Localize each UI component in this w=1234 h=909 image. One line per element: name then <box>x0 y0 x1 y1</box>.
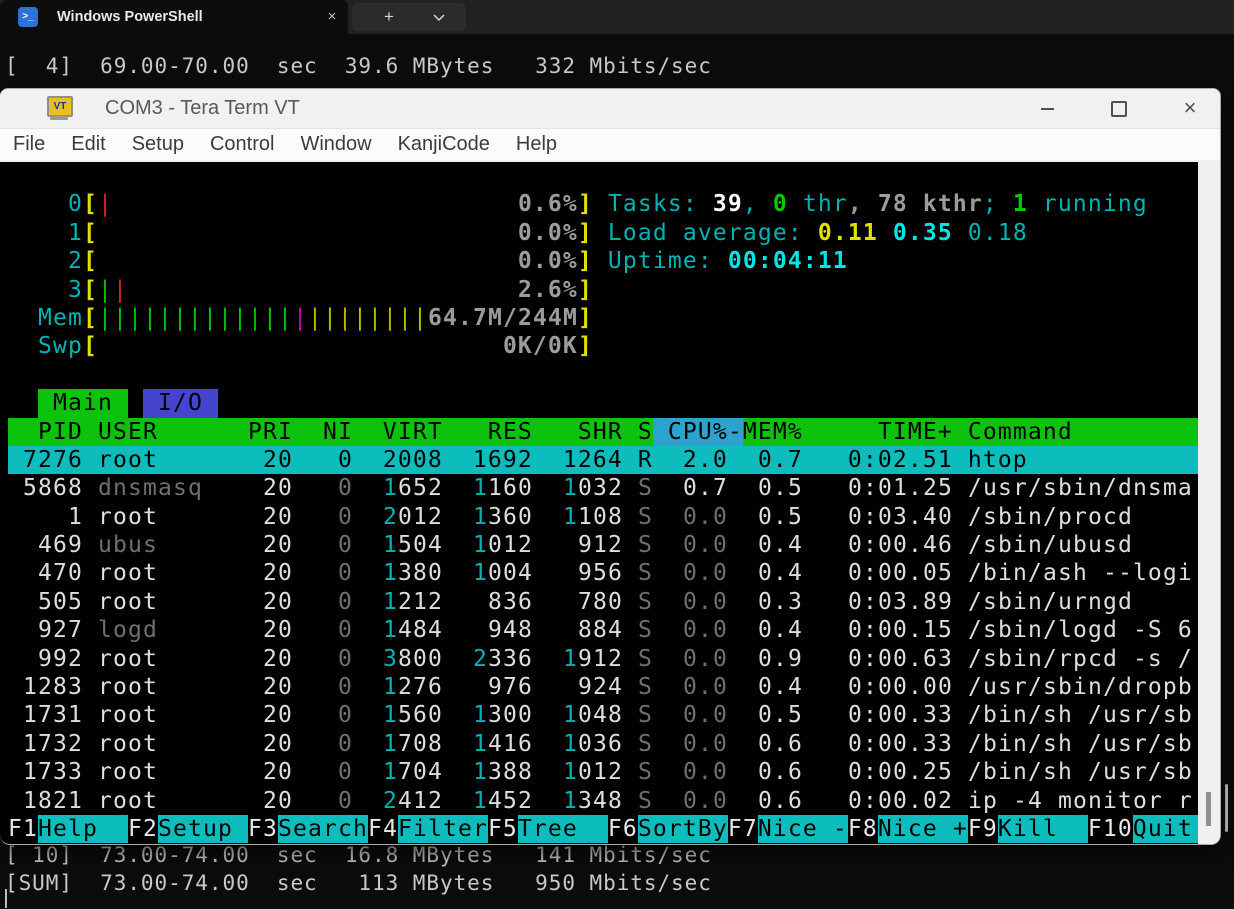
terminal-blank-line <box>8 162 1198 190</box>
fkey-F2[interactable]: F2Setup <box>128 816 248 842</box>
fkey-F10[interactable]: F10Quit <box>1088 816 1193 842</box>
terminal-tab-bar: >_ Windows PowerShell × + <box>0 0 1234 34</box>
screen-tab-main[interactable]: Main <box>38 389 128 417</box>
memory-meter: Mem[||||||||||||||||||||||64.7M/244M] <box>8 304 1198 332</box>
tab-title: Windows PowerShell <box>57 0 203 34</box>
fkey-F6[interactable]: F6SortBy <box>608 816 728 842</box>
menu-item-file[interactable]: File <box>0 129 58 160</box>
maximize-button[interactable] <box>1096 89 1142 128</box>
screen-tab-io[interactable]: I/O <box>143 389 218 417</box>
tab-close-icon[interactable]: × <box>318 0 346 34</box>
window-title: COM3 - Tera Term VT <box>105 89 300 128</box>
process-row[interactable]: 470 root 20 0 1380 1004 956 S 0.0 0.4 0:… <box>8 559 1198 587</box>
menu-item-control[interactable]: Control <box>197 129 287 160</box>
sort-column-cpu[interactable]: CPU%- <box>653 418 743 446</box>
process-row[interactable]: 1283 root 20 0 1276 976 924 S 0.0 0.4 0:… <box>8 673 1198 701</box>
fkey-F3[interactable]: F3Search <box>248 816 368 842</box>
cpu-meter-1-and-load-average: 1[ 0.0%] Load average: 0.11 0.35 0.18 <box>8 219 1198 247</box>
swap-meter: Swp[ 0K/0K] <box>8 332 1198 360</box>
teraterm-vt-icon: VT <box>46 96 72 121</box>
process-row[interactable]: 505 root 20 0 1212 836 780 S 0.0 0.3 0:0… <box>8 588 1198 616</box>
terminal-blank-line <box>8 361 1198 389</box>
fkey-F1[interactable]: F1Help <box>8 816 128 842</box>
scrollbar-thumb[interactable] <box>1225 784 1228 832</box>
iperf-output-line: [SUM] 73.00-74.00 sec 113 MBytes 950 Mbi… <box>5 869 712 897</box>
process-row[interactable]: 992 root 20 0 3800 2336 1912 S 0.0 0.9 0… <box>8 645 1198 673</box>
fkey-F8[interactable]: F8Nice + <box>848 816 968 842</box>
menubar: FileEditSetupControlWindowKanjiCodeHelp <box>0 128 1220 160</box>
close-button[interactable]: × <box>1167 89 1213 128</box>
minimize-button[interactable] <box>1024 89 1070 128</box>
powershell-icon: >_ <box>18 7 38 27</box>
terminal-screen: 0[| 0.6%] Tasks: 39, 0 thr, 78 kthr; 1 r… <box>0 162 1198 844</box>
process-row[interactable]: 1731 root 20 0 1560 1300 1048 S 0.0 0.5 … <box>8 701 1198 729</box>
menu-item-edit[interactable]: Edit <box>58 129 118 160</box>
screen-tabs: Main I/O <box>8 389 1198 417</box>
process-row[interactable]: 927 logd 20 0 1484 948 884 S 0.0 0.4 0:0… <box>8 616 1198 644</box>
menu-item-help[interactable]: Help <box>503 129 570 160</box>
fkey-F7[interactable]: F7Nice - <box>728 816 848 842</box>
chevron-down-icon[interactable] <box>424 3 454 31</box>
process-row[interactable]: 1821 root 20 0 2412 1452 1348 S 0.0 0.6 … <box>8 787 1198 815</box>
process-row[interactable]: 1733 root 20 0 1704 1388 1012 S 0.0 0.6 … <box>8 758 1198 786</box>
process-row[interactable]: 1732 root 20 0 1708 1416 1036 S 0.0 0.6 … <box>8 730 1198 758</box>
menu-item-window[interactable]: Window <box>287 129 384 160</box>
process-row[interactable]: 5868 dnsmasq 20 0 1652 1160 1032 S 0.7 0… <box>8 474 1198 502</box>
fkey-F4[interactable]: F4Filter <box>368 816 488 842</box>
tab-windows-powershell[interactable]: >_ Windows PowerShell × <box>0 0 348 34</box>
function-key-bar: F1Help F2Setup F3SearchF4FilterF5Tree F6… <box>8 815 1198 843</box>
fkey-F5[interactable]: F5Tree <box>488 816 608 842</box>
process-table-header[interactable]: PID USER PRI NI VIRT RES SHR S CPU%-MEM%… <box>8 418 1198 446</box>
process-row[interactable]: 469 ubus 20 0 1504 1012 912 S 0.0 0.4 0:… <box>8 531 1198 559</box>
iperf-output-line: [ 10] 73.00-74.00 sec 16.8 MBytes 141 Mb… <box>5 841 712 869</box>
process-row[interactable]: 1 root 20 0 2012 1360 1108 S 0.0 0.5 0:0… <box>8 503 1198 531</box>
cpu-meter-2-and-uptime: 2[ 0.0%] Uptime: 00:04:11 <box>8 247 1198 275</box>
menu-item-kanjicode[interactable]: KanjiCode <box>385 129 503 160</box>
teraterm-window: VT COM3 - Tera Term VT × FileEditSetupCo… <box>0 88 1221 845</box>
iperf-output-line: [ 4] 69.00-70.00 sec 39.6 MBytes 332 Mbi… <box>5 52 712 80</box>
text-cursor <box>5 889 7 908</box>
titlebar[interactable]: VT COM3 - Tera Term VT × <box>0 89 1220 128</box>
cpu-meter-3: 3[|| 2.6%] <box>8 276 1198 304</box>
scrollbar[interactable] <box>1198 162 1219 844</box>
new-tab-button[interactable]: + <box>374 3 404 31</box>
fkey-F9[interactable]: F9Kill <box>968 816 1088 842</box>
screen: >_ Windows PowerShell × + [ 4] 69.00-70.… <box>0 0 1234 909</box>
cpu-meter-0-and-tasks: 0[| 0.6%] Tasks: 39, 0 thr, 78 kthr; 1 r… <box>8 190 1198 218</box>
process-row-selected[interactable]: 7276 root 20 0 2008 1692 1264 R 2.0 0.7 … <box>8 446 1198 474</box>
scrollbar-thumb[interactable] <box>1206 792 1211 826</box>
menu-item-setup[interactable]: Setup <box>119 129 197 160</box>
new-tab-area: + <box>352 3 466 31</box>
